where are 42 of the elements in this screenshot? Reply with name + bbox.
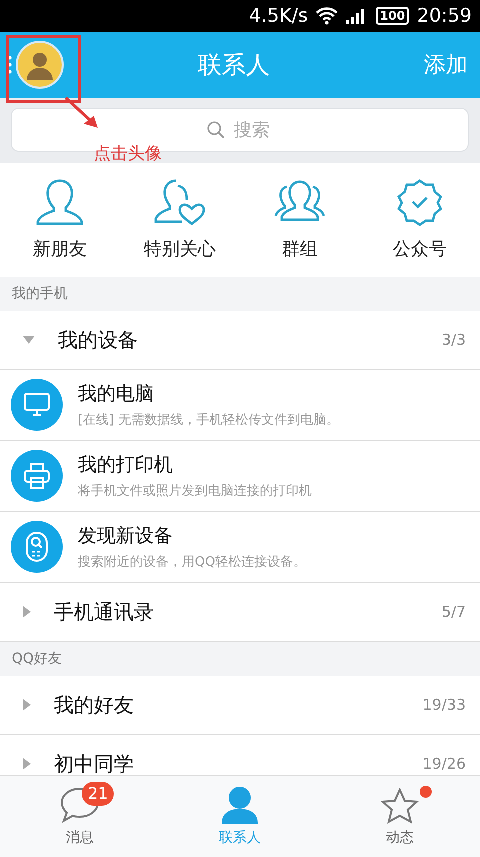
group-count: 19/26 <box>422 754 466 775</box>
header-title: 联系人 <box>197 50 271 81</box>
group-row[interactable]: 初中同学 19/26 <box>0 735 480 775</box>
group-row[interactable]: 我的设备 3/3 <box>0 311 480 370</box>
person-heart-icon <box>154 178 206 226</box>
device-search-icon <box>25 531 49 563</box>
shortcut-item[interactable]: 群组 <box>240 163 360 277</box>
section-header: 我的手机 <box>12 284 68 304</box>
device-name: 我的电脑 <box>78 382 155 406</box>
avatar[interactable] <box>16 41 64 89</box>
wifi-icon <box>316 7 338 25</box>
group-row[interactable]: 我的好友 19/33 <box>0 676 480 735</box>
person-icon <box>25 50 55 80</box>
printer-icon <box>23 462 51 490</box>
shortcut-item[interactable]: 公众号 <box>360 163 480 277</box>
section-header: QQ好友 <box>12 650 62 668</box>
monitor-icon <box>23 392 51 418</box>
device-row[interactable]: 发现新设备 搜索附近的设备，用QQ轻松连接设备。 <box>0 512 480 583</box>
group-count: 3/3 <box>442 330 466 351</box>
search-icon <box>207 121 225 139</box>
person-icon <box>34 178 86 226</box>
menu-icon[interactable] <box>8 55 12 75</box>
device-name: 发现新设备 <box>78 524 174 548</box>
tab-item[interactable]: 动态 <box>320 776 480 857</box>
device-row[interactable]: 我的打印机 将手机文件或照片发到电脑连接的打印机 <box>0 441 480 512</box>
tab-item[interactable]: 消息 21 <box>0 776 160 857</box>
device-name: 我的打印机 <box>78 452 174 478</box>
network-speed: 4.5K/s <box>249 4 308 29</box>
device-row[interactable]: 我的电脑 [在线] 无需数据线，手机轻松传文件到电脑。 <box>0 370 480 441</box>
clock: 20:59 <box>417 4 472 29</box>
person-icon <box>221 786 259 824</box>
group-row[interactable]: 手机通讯录 5/7 <box>0 583 480 642</box>
star-icon <box>381 788 419 824</box>
shortcut-item[interactable]: 新朋友 <box>0 163 120 277</box>
device-description: 搜索附近的设备，用QQ轻松连接设备。 <box>78 554 306 572</box>
unread-badge: 21 <box>82 782 114 806</box>
group-count: 19/33 <box>422 694 466 716</box>
shortcut-item[interactable]: 特别关心 <box>120 163 240 277</box>
battery-icon: 100 <box>376 7 410 25</box>
device-description: 将手机文件或照片发到电脑连接的打印机 <box>78 483 312 501</box>
device-description: [在线] 无需数据线，手机轻松传文件到电脑。 <box>78 412 340 430</box>
group-count: 5/7 <box>442 602 466 623</box>
